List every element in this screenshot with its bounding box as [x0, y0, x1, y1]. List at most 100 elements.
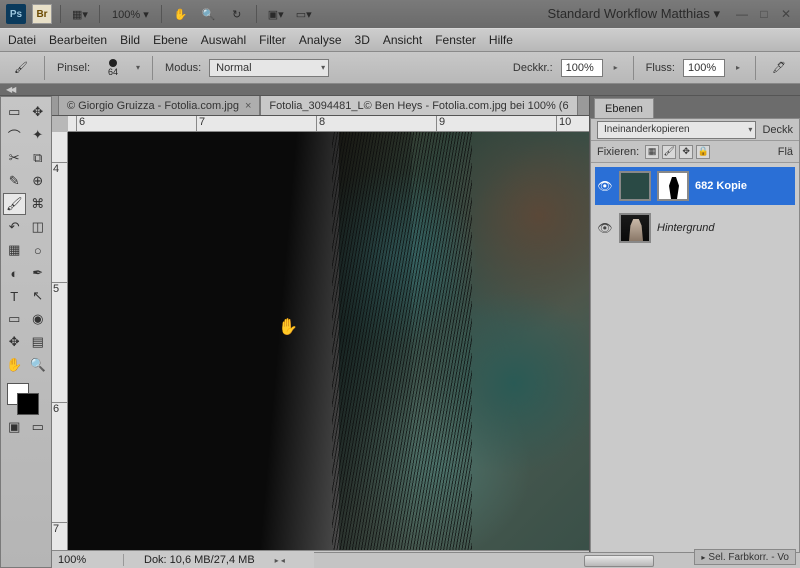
flow-input[interactable]: 100%	[683, 59, 725, 77]
visibility-icon[interactable]: 👁	[597, 178, 613, 194]
ps-logo-icon: Ps	[6, 4, 26, 24]
move-tool[interactable]: ✥	[27, 101, 50, 123]
menu-3d[interactable]: 3D	[355, 33, 370, 47]
canvas[interactable]: ✋	[68, 132, 589, 550]
type-tool[interactable]: T	[3, 285, 26, 307]
blend-mode-dropdown[interactable]: Normal	[209, 59, 329, 77]
note-tool[interactable]: ▤	[27, 331, 50, 353]
layers-panel: Ebenen Ineinanderkopieren Deckk Fixieren…	[589, 96, 800, 568]
marquee-tool[interactable]: ▭	[3, 101, 26, 123]
close-button[interactable]: ✕	[778, 7, 794, 21]
shape-tool[interactable]: ▭	[3, 308, 26, 330]
layer-row[interactable]: 👁 Hintergrund	[595, 209, 795, 247]
bridge-icon[interactable]: Br	[32, 4, 52, 24]
airbrush-icon[interactable]: 🖊	[768, 58, 790, 78]
3d-camera-tool[interactable]: ✥	[3, 331, 26, 353]
foreground-hair	[68, 132, 412, 550]
options-bar: 🖌 Pinsel: 64 ▾ Modus: Normal Deckkr.: 10…	[0, 52, 800, 84]
menu-hilfe[interactable]: Hilfe	[489, 33, 513, 47]
layer-thumb[interactable]	[619, 213, 651, 243]
rotate-view-icon[interactable]: ↻	[226, 4, 248, 24]
arrange-icon[interactable]: ▣▾	[265, 4, 287, 24]
menu-analyse[interactable]: Analyse	[299, 33, 342, 47]
lock-all-icon[interactable]: 🔒	[696, 145, 710, 159]
workspace-switcher[interactable]: Standard Workflow Matthias ▾	[540, 6, 728, 22]
status-doc-info[interactable]: Dok: 10,6 MB/27,4 MB	[124, 554, 255, 566]
slice-tool[interactable]: ⧉	[27, 147, 50, 169]
hand-tool-icon[interactable]: ✋	[170, 4, 192, 24]
visibility-icon[interactable]: 👁	[597, 220, 613, 236]
hand-tool[interactable]: ✋	[3, 354, 26, 376]
screen-mode-icon[interactable]: ▭▾	[293, 4, 315, 24]
zoom-tool-box[interactable]: 🔍	[27, 354, 50, 376]
layer-row[interactable]: 👁 682 Kopie	[595, 167, 795, 205]
blur-tool[interactable]: ○	[27, 239, 50, 261]
vertical-ruler: 4 5 6 7	[52, 132, 68, 550]
lasso-tool[interactable]: ⌒	[3, 124, 26, 146]
layer-opacity-label: Deckk	[762, 124, 793, 136]
launch-icon[interactable]: ▦▾	[69, 4, 91, 24]
maximize-button[interactable]: □	[756, 7, 772, 21]
menu-auswahl[interactable]: Auswahl	[201, 33, 246, 47]
layer-thumb[interactable]	[619, 171, 651, 201]
pen-tool[interactable]: ✒	[27, 262, 50, 284]
opacity-label: Deckkr.:	[513, 62, 553, 74]
healing-tool[interactable]: ⊕	[27, 170, 50, 192]
background-color[interactable]	[17, 393, 39, 415]
eraser-tool[interactable]: ◫	[27, 216, 50, 238]
current-tool-icon[interactable]: 🖌	[10, 58, 32, 78]
gradient-tool[interactable]: ▦	[3, 239, 26, 261]
zoom-tool-icon[interactable]: 🔍	[198, 4, 220, 24]
screenmode-icon[interactable]: ▭	[27, 416, 50, 438]
color-swatches[interactable]	[3, 381, 49, 415]
layer-name[interactable]: 682 Kopie	[695, 180, 747, 192]
opacity-flyout[interactable]: ▸	[611, 60, 621, 76]
flow-label: Fluss:	[646, 62, 675, 74]
eyedropper-tool[interactable]: ✎	[3, 170, 26, 192]
crop-tool[interactable]: ✂	[3, 147, 26, 169]
path-tool[interactable]: ↖	[27, 285, 50, 307]
3d-tool[interactable]: ◉	[27, 308, 50, 330]
menu-fenster[interactable]: Fenster	[435, 33, 476, 47]
layer-name[interactable]: Hintergrund	[657, 222, 714, 234]
doc-tab-1[interactable]: © Giorgio Gruizza - Fotolia.com.jpg×	[58, 96, 260, 115]
menu-datei[interactable]: Datei	[8, 33, 36, 47]
title-bar: Ps Br ▦▾ 100% ▾ ✋ 🔍 ↻ ▣▾ ▭▾ Standard Wor…	[0, 0, 800, 28]
doc-tab-2[interactable]: Fotolia_3094481_L© Ben Heys - Fotolia.co…	[260, 96, 577, 115]
panel-collapse-strip[interactable]: ◀◀	[0, 84, 800, 96]
minimize-button[interactable]: —	[734, 7, 750, 21]
lock-position-icon[interactable]: ✥	[679, 145, 693, 159]
menu-ebene[interactable]: Ebene	[153, 33, 188, 47]
layer-blend-dropdown[interactable]: Ineinanderkopieren	[597, 121, 756, 139]
menu-filter[interactable]: Filter	[259, 33, 286, 47]
layers-list: 👁 682 Kopie 👁 Hintergrund	[591, 163, 799, 567]
zoom-dropdown[interactable]: 100% ▾	[108, 6, 153, 23]
lock-label: Fixieren:	[597, 146, 639, 158]
menu-ansicht[interactable]: Ansicht	[383, 33, 422, 47]
lock-transparency-icon[interactable]: ▦	[645, 145, 659, 159]
stamp-tool[interactable]: ⌘	[27, 193, 50, 215]
fill-label: Flä	[778, 146, 793, 158]
opacity-input[interactable]: 100%	[561, 59, 603, 77]
menu-bild[interactable]: Bild	[120, 33, 140, 47]
brush-label: Pinsel:	[57, 62, 90, 74]
menu-bearbeiten[interactable]: Bearbeiten	[49, 33, 107, 47]
hand-cursor-icon: ✋	[278, 317, 298, 337]
history-brush-tool[interactable]: ↶	[3, 216, 26, 238]
mask-thumb[interactable]	[657, 171, 689, 201]
menu-bar: Datei Bearbeiten Bild Ebene Auswahl Filt…	[0, 28, 800, 52]
brush-preset-picker[interactable]: 64	[98, 55, 128, 81]
brush-tool[interactable]: 🖌	[3, 193, 26, 215]
horizontal-ruler: 6 7 8 9 10	[68, 116, 589, 132]
quickmask-icon[interactable]: ▣	[3, 416, 26, 438]
status-zoom[interactable]: 100%	[52, 554, 124, 566]
scroll-thumb[interactable]	[584, 555, 654, 567]
close-icon[interactable]: ×	[245, 100, 251, 112]
adjustment-tab[interactable]: Sel. Farbkorr. - Vo	[694, 549, 796, 565]
flow-flyout[interactable]: ▸	[733, 60, 743, 76]
wand-tool[interactable]: ✦	[27, 124, 50, 146]
tab-ebenen[interactable]: Ebenen	[594, 98, 654, 118]
dodge-tool[interactable]: ◐	[3, 262, 26, 284]
lock-pixels-icon[interactable]: 🖌	[662, 145, 676, 159]
document-tabs: © Giorgio Gruizza - Fotolia.com.jpg× Fot…	[52, 96, 589, 116]
